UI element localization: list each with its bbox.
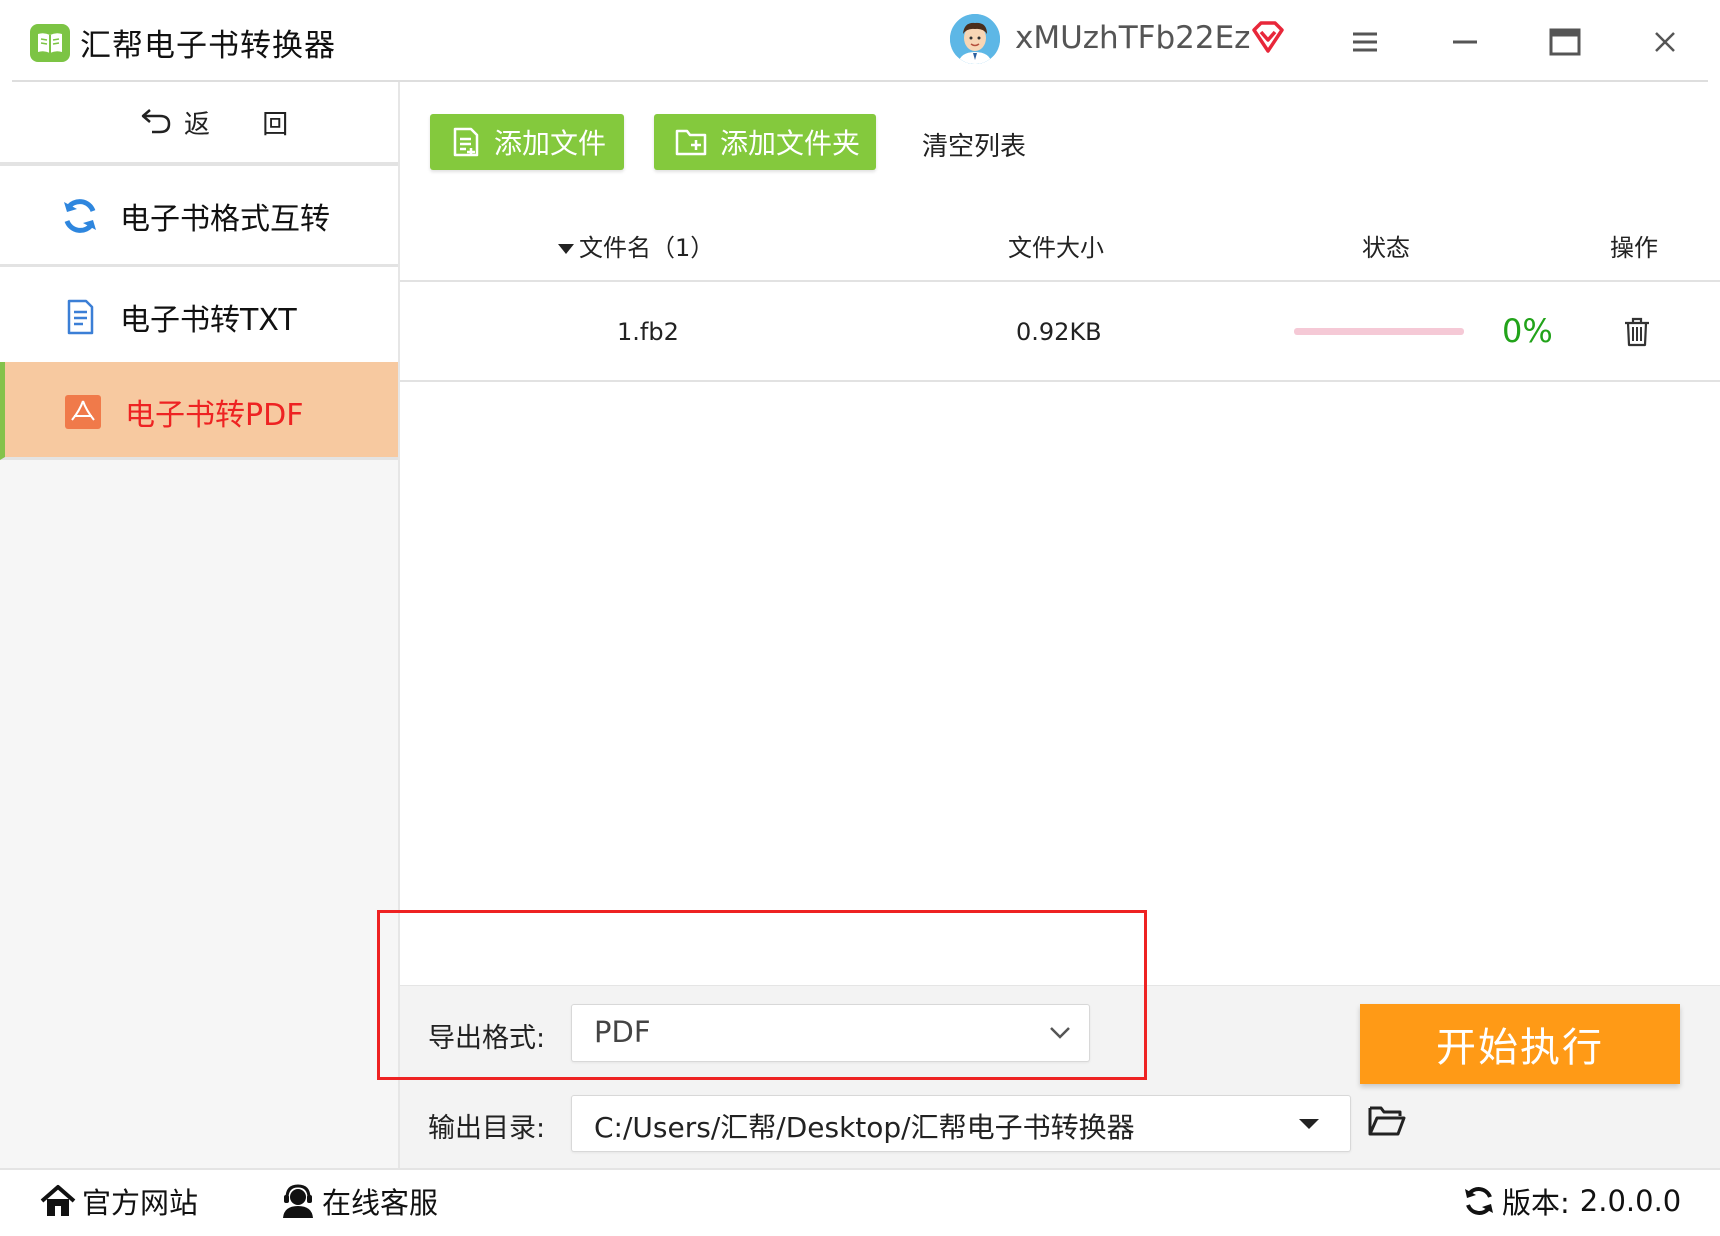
chevron-down-icon <box>1050 1027 1070 1039</box>
app-title: 汇帮电子书转换器 <box>80 28 336 64</box>
sidebar: 返 回 电子书格式互转 电子书转TXT 电子书转PDF <box>0 82 400 1168</box>
add-file-icon <box>453 127 479 157</box>
avatar[interactable] <box>950 14 1000 64</box>
format-select-value: PDF <box>594 1015 651 1049</box>
online-support-label: 在线客服 <box>322 1186 439 1220</box>
title-bar: 汇帮电子书转换器 xMUzhTFb22Ez <box>0 0 1720 82</box>
version-label: 版本: <box>1502 1186 1570 1220</box>
menu-icon[interactable] <box>1340 18 1390 66</box>
toolbar: 添加文件 添加文件夹 清空列表 <box>400 82 1720 182</box>
column-name-label: 文件名（1） <box>579 234 715 262</box>
dropdown-arrow-icon <box>1299 1119 1319 1129</box>
official-website-label: 官方网站 <box>82 1186 199 1220</box>
table-header-divider <box>400 280 1720 282</box>
table-row-divider <box>400 380 1720 382</box>
close-icon[interactable] <box>1640 18 1690 66</box>
progress-bar <box>1294 328 1464 335</box>
maximize-icon[interactable] <box>1540 18 1590 66</box>
sidebar-item-to-pdf[interactable]: 电子书转PDF <box>0 362 398 460</box>
sort-down-icon <box>558 244 574 254</box>
add-file-label: 添加文件 <box>494 127 607 160</box>
pdf-icon <box>63 392 103 432</box>
refresh-icon <box>60 196 100 236</box>
username: xMUzhTFb22Ez <box>1015 20 1251 56</box>
sidebar-item-format-convert[interactable]: 电子书格式互转 <box>0 166 398 267</box>
trash-icon[interactable] <box>1622 316 1652 352</box>
official-website-link[interactable]: 官方网站 <box>40 1180 198 1222</box>
file-size: 0.92KB <box>1016 318 1102 346</box>
progress-percent: 0% <box>1502 312 1553 350</box>
sidebar-item-label: 电子书转TXT <box>120 303 297 338</box>
sidebar-item-label: 电子书格式互转 <box>120 202 330 237</box>
add-folder-button[interactable]: 添加文件夹 <box>654 114 876 170</box>
add-folder-icon <box>675 129 707 156</box>
add-folder-label: 添加文件夹 <box>720 127 861 160</box>
back-label: 返 回 <box>184 110 311 140</box>
vip-diamond-icon[interactable] <box>1250 20 1286 58</box>
back-arrow-icon <box>140 106 172 138</box>
clear-list-button[interactable]: 清空列表 <box>922 126 1026 163</box>
version-value: 2.0.0.0 <box>1579 1184 1682 1218</box>
column-header-size: 文件大小 <box>1008 234 1104 262</box>
format-label: 导出格式: <box>428 1023 546 1054</box>
version-info[interactable]: 版本: 2.0.0.0 <box>1462 1180 1681 1222</box>
column-header-status: 状态 <box>1362 234 1410 262</box>
headset-icon <box>283 1184 313 1218</box>
start-button[interactable]: 开始执行 <box>1360 1004 1680 1084</box>
format-select[interactable]: PDF <box>571 1004 1090 1062</box>
update-icon <box>1465 1187 1493 1215</box>
minimize-icon[interactable] <box>1440 18 1490 66</box>
output-dir-select[interactable]: C:/Users/汇帮/Desktop/汇帮电子书转换器 <box>571 1095 1351 1152</box>
home-icon <box>40 1185 76 1216</box>
sidebar-item-to-txt[interactable]: 电子书转TXT <box>0 267 398 368</box>
sidebar-item-label: 电子书转PDF <box>125 398 304 433</box>
column-header-action: 操作 <box>1610 234 1658 262</box>
file-name: 1.fb2 <box>617 318 679 346</box>
column-header-name[interactable]: 文件名（1） <box>557 228 714 263</box>
book-icon <box>30 24 70 62</box>
footer: 官方网站 在线客服 版本: 2.0.0.0 <box>0 1168 1720 1236</box>
txt-document-icon <box>60 297 100 337</box>
output-dir-value: C:/Users/汇帮/Desktop/汇帮电子书转换器 <box>594 1111 1135 1144</box>
folder-icon[interactable] <box>1368 1104 1406 1142</box>
online-support-link[interactable]: 在线客服 <box>280 1180 438 1222</box>
output-label: 输出目录: <box>428 1113 546 1144</box>
add-file-button[interactable]: 添加文件 <box>430 114 624 170</box>
back-button[interactable]: 返 回 <box>0 82 398 166</box>
